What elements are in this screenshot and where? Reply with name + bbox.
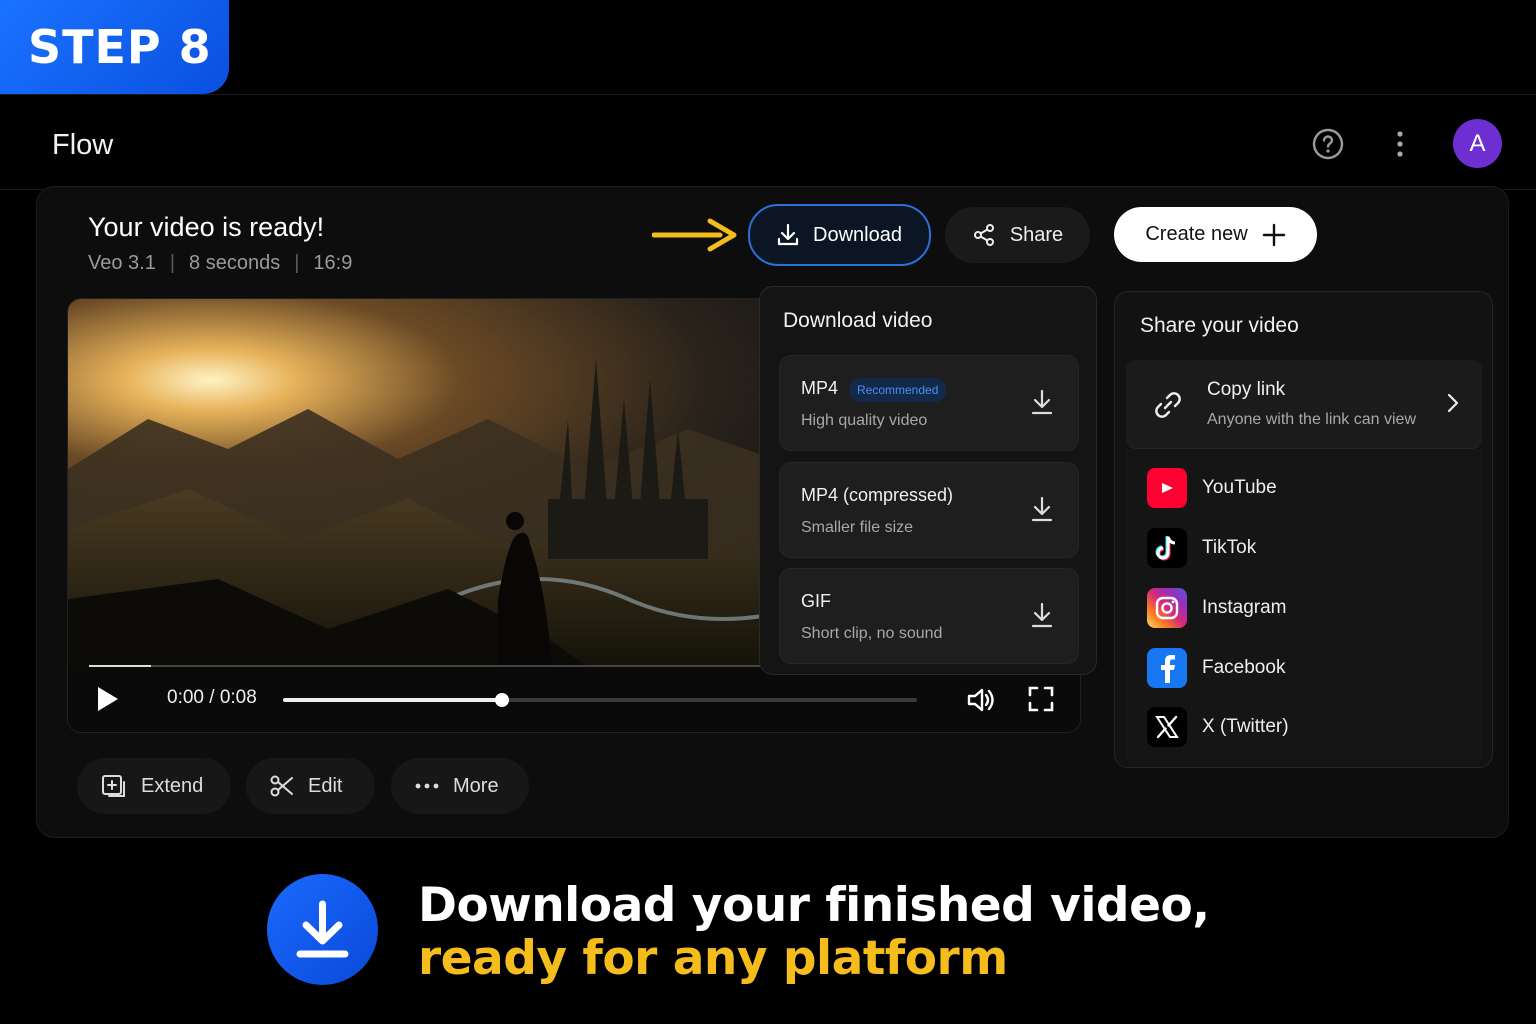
platform-list: YouTube TikTok Instagram Facebook X (Twi…: [1126, 449, 1482, 766]
option-name: MP4: [801, 378, 839, 398]
meta-duration: 8 seconds: [189, 252, 281, 274]
chevron-right-icon: [1447, 393, 1459, 413]
caption-line-1: Download your finished video,: [418, 878, 1210, 933]
download-button[interactable]: Download: [748, 204, 931, 266]
caption-line-2: ready for any platform: [418, 931, 1008, 986]
instagram-icon: [1147, 588, 1187, 628]
more-button[interactable]: More: [391, 758, 529, 814]
copy-link-label: Copy link: [1207, 379, 1286, 400]
copy-link-description: Anyone with the link can view: [1207, 411, 1416, 428]
extend-icon: [102, 775, 125, 797]
option-description: Smaller file size: [801, 519, 914, 536]
platform-label: X (Twitter): [1202, 716, 1289, 737]
download-menu-title: Download video: [783, 309, 933, 332]
create-new-button[interactable]: Create new: [1114, 207, 1317, 262]
share-menu: Share your video Copy link Anyone with t…: [1114, 291, 1493, 768]
share-icon: [973, 224, 994, 246]
extend-label: Extend: [141, 774, 204, 797]
option-name: GIF: [801, 591, 831, 611]
download-icon: [777, 223, 799, 246]
scissors-icon: [270, 775, 293, 797]
more-dots-icon: [415, 783, 439, 789]
platform-label: YouTube: [1202, 477, 1277, 498]
share-tiktok[interactable]: TikTok: [1147, 527, 1256, 569]
platform-label: TikTok: [1202, 537, 1257, 558]
step-badge: STEP 8: [0, 0, 229, 94]
share-x[interactable]: X (Twitter): [1147, 706, 1289, 748]
download-option-mp4-compressed[interactable]: MP4 (compressed) Smaller file size: [779, 462, 1079, 558]
copy-link-row[interactable]: Copy link Anyone with the link can view: [1126, 360, 1482, 449]
download-icon[interactable]: [1030, 601, 1054, 629]
play-icon[interactable]: [96, 685, 120, 713]
pointer-arrow-icon: [652, 218, 737, 252]
edit-button[interactable]: Edit: [246, 758, 375, 814]
option-name: MP4 (compressed): [801, 485, 954, 505]
share-menu-title: Share your video: [1140, 314, 1299, 337]
time-display: 0:00 / 0:08: [167, 687, 257, 708]
more-options-icon[interactable]: [1388, 128, 1412, 160]
seek-fill: [283, 698, 502, 702]
download-option-gif[interactable]: GIF Short clip, no sound: [779, 568, 1079, 664]
link-icon: [1155, 392, 1181, 418]
x-icon: [1147, 707, 1187, 747]
plus-icon: [1262, 223, 1285, 246]
top-bar: Flow A: [0, 94, 1536, 190]
facebook-icon: [1147, 648, 1187, 688]
seek-slider[interactable]: [283, 693, 917, 707]
download-icon[interactable]: [1030, 388, 1054, 416]
meta-model: Veo 3.1: [88, 252, 156, 274]
more-label: More: [453, 774, 499, 797]
app-title: Flow: [52, 129, 114, 161]
recommended-badge: Recommended: [849, 378, 947, 402]
share-button[interactable]: Share: [945, 207, 1090, 263]
volume-icon[interactable]: [966, 686, 996, 714]
download-button-label: Download: [813, 223, 902, 246]
download-circle-icon: [267, 874, 378, 985]
download-option-mp4[interactable]: MP4 Recommended High quality video: [779, 355, 1079, 451]
seek-handle[interactable]: [494, 693, 509, 707]
fullscreen-icon[interactable]: [1028, 686, 1054, 712]
meta-aspect: 16:9: [313, 252, 353, 274]
player-controls: 0:00 / 0:08: [68, 667, 1080, 732]
share-facebook[interactable]: Facebook: [1147, 647, 1285, 689]
platform-label: Instagram: [1202, 597, 1287, 618]
youtube-icon: [1147, 468, 1187, 508]
edit-label: Edit: [308, 774, 343, 797]
option-description: Short clip, no sound: [801, 625, 943, 642]
download-icon[interactable]: [1030, 495, 1054, 523]
video-title: Your video is ready!: [88, 212, 325, 242]
help-icon[interactable]: [1312, 128, 1344, 160]
video-meta: Veo 3.1 | 8 seconds | 16:9: [88, 252, 352, 275]
meta-separator: |: [169, 252, 176, 274]
extend-button[interactable]: Extend: [77, 758, 231, 814]
tiktok-icon: [1147, 528, 1187, 568]
download-menu: Download video MP4 Recommended High qual…: [759, 286, 1097, 675]
create-new-label: Create new: [1145, 223, 1248, 245]
platform-label: Facebook: [1202, 657, 1286, 678]
meta-separator: |: [294, 252, 300, 274]
avatar[interactable]: A: [1453, 119, 1502, 168]
option-description: High quality video: [801, 412, 928, 429]
share-youtube[interactable]: YouTube: [1147, 467, 1277, 509]
share-instagram[interactable]: Instagram: [1147, 587, 1286, 629]
share-button-label: Share: [1009, 223, 1064, 246]
